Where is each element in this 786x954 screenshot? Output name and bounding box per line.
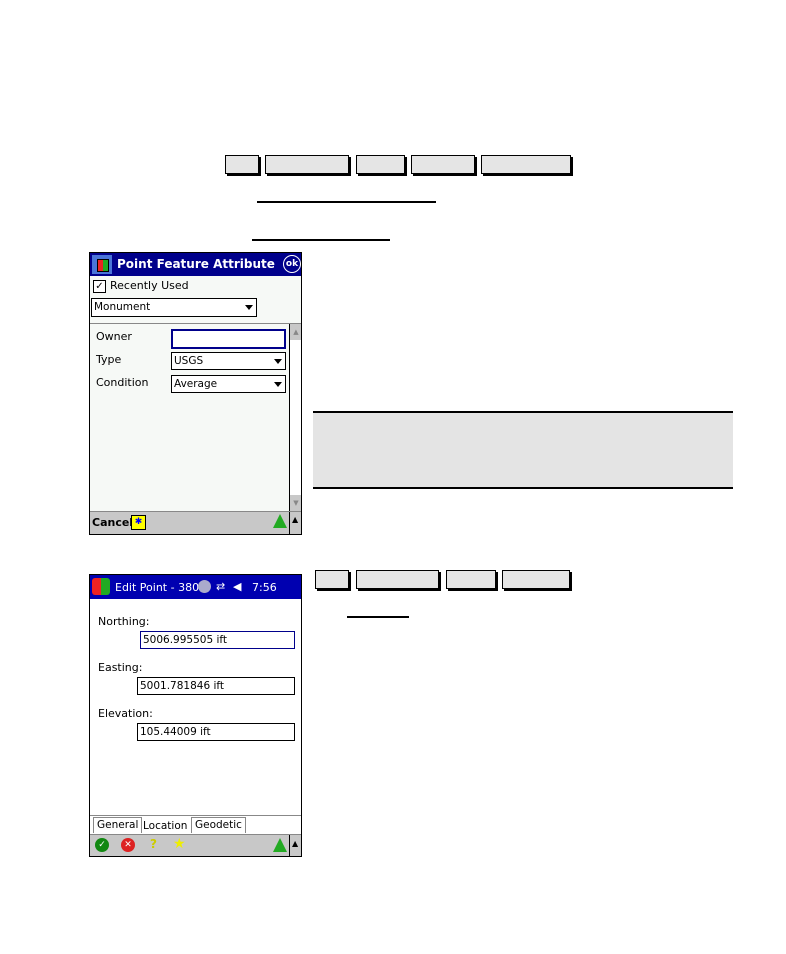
sip-toggle-icon[interactable]: ▲ — [292, 515, 298, 524]
link-underline-2[interactable] — [252, 239, 390, 241]
recently-used-checkbox[interactable]: ✓ — [93, 280, 106, 293]
elevation-label: Elevation: — [98, 707, 153, 720]
window-title: Point Feature Attribute — [117, 257, 275, 271]
easting-label: Easting: — [98, 661, 143, 674]
owner-label: Owner — [96, 330, 132, 343]
title-bar: Edit Point - 380 ⇄ ◀ 7:56 — [90, 575, 301, 599]
cancel-button[interactable]: Cancel — [92, 516, 133, 529]
condition-select[interactable]: Average — [171, 375, 286, 393]
nav-button-5[interactable] — [481, 155, 571, 174]
feature-type-select[interactable]: Monument — [91, 298, 257, 317]
new-feature-icon[interactable]: ✱ — [131, 515, 146, 530]
mid-nav-button-2[interactable] — [356, 570, 439, 589]
tab-location[interactable]: Location — [140, 819, 190, 834]
nav-button-4[interactable] — [411, 155, 475, 174]
window-title: Edit Point - 380 — [115, 581, 200, 594]
nav-button-1[interactable] — [225, 155, 259, 174]
cancel-icon[interactable]: ✕ — [121, 838, 135, 852]
favorite-icon[interactable]: ★ — [173, 836, 186, 852]
mid-link-underline[interactable] — [347, 616, 409, 618]
help-icon[interactable]: ? — [150, 837, 157, 851]
scroll-up-icon[interactable]: ▲ — [290, 324, 301, 340]
note-box — [313, 411, 733, 489]
connectivity-icon[interactable]: ⇄ — [216, 580, 225, 593]
trimble-logo-icon[interactable] — [273, 514, 287, 528]
windows-start-icon[interactable] — [92, 578, 110, 595]
command-bar: ✓ ✕ ? ★ ▲ — [90, 834, 301, 856]
type-value: USGS — [174, 355, 204, 367]
scroll-down-icon[interactable]: ▼ — [290, 495, 301, 511]
mid-nav-button-3[interactable] — [446, 570, 496, 589]
sync-status-icon[interactable] — [198, 580, 211, 593]
clock[interactable]: 7:56 — [252, 581, 277, 594]
tab-geodetic[interactable]: Geodetic — [191, 817, 246, 833]
nav-button-2[interactable] — [265, 155, 349, 174]
divider — [289, 512, 290, 534]
mid-nav-button-4[interactable] — [502, 570, 570, 589]
mid-nav-button-1[interactable] — [315, 570, 349, 589]
northing-input[interactable]: 5006.995505 ift — [140, 631, 295, 649]
divider — [90, 815, 301, 816]
edit-point-screen: Edit Point - 380 ⇄ ◀ 7:56 Northing: 5006… — [89, 574, 302, 857]
divider — [289, 835, 290, 856]
chevron-down-icon — [274, 359, 282, 364]
title-bar: Point Feature Attribute ok — [90, 253, 301, 276]
ok-icon[interactable]: ✓ — [95, 838, 109, 852]
elevation-input[interactable]: 105.44009 ift — [137, 723, 295, 741]
divider — [90, 323, 301, 324]
condition-label: Condition — [96, 376, 149, 389]
nav-button-3[interactable] — [356, 155, 405, 174]
start-menu-icon[interactable] — [92, 255, 112, 274]
trimble-logo-icon[interactable] — [273, 838, 287, 852]
northing-label: Northing: — [98, 615, 150, 628]
volume-icon[interactable]: ◀ — [233, 580, 241, 593]
feature-type-value: Monument — [94, 301, 151, 313]
easting-input[interactable]: 5001.781846 ift — [137, 677, 295, 695]
link-underline-1[interactable] — [257, 201, 436, 203]
recently-used-label: Recently Used — [110, 279, 189, 292]
chevron-down-icon — [245, 305, 253, 310]
type-label: Type — [96, 353, 122, 366]
point-feature-attribute-screen: Point Feature Attribute ok ✓ Recently Us… — [89, 252, 302, 535]
chevron-down-icon — [274, 382, 282, 387]
command-bar: Cancel ✱ ▲ — [90, 511, 301, 534]
sip-toggle-icon[interactable]: ▲ — [292, 839, 298, 848]
owner-input[interactable] — [171, 329, 286, 349]
tab-general[interactable]: General — [93, 817, 143, 833]
condition-value: Average — [174, 378, 218, 390]
type-select[interactable]: USGS — [171, 352, 286, 370]
ok-button[interactable]: ok — [283, 255, 301, 273]
scrollbar[interactable]: ▲ ▼ — [289, 324, 301, 511]
